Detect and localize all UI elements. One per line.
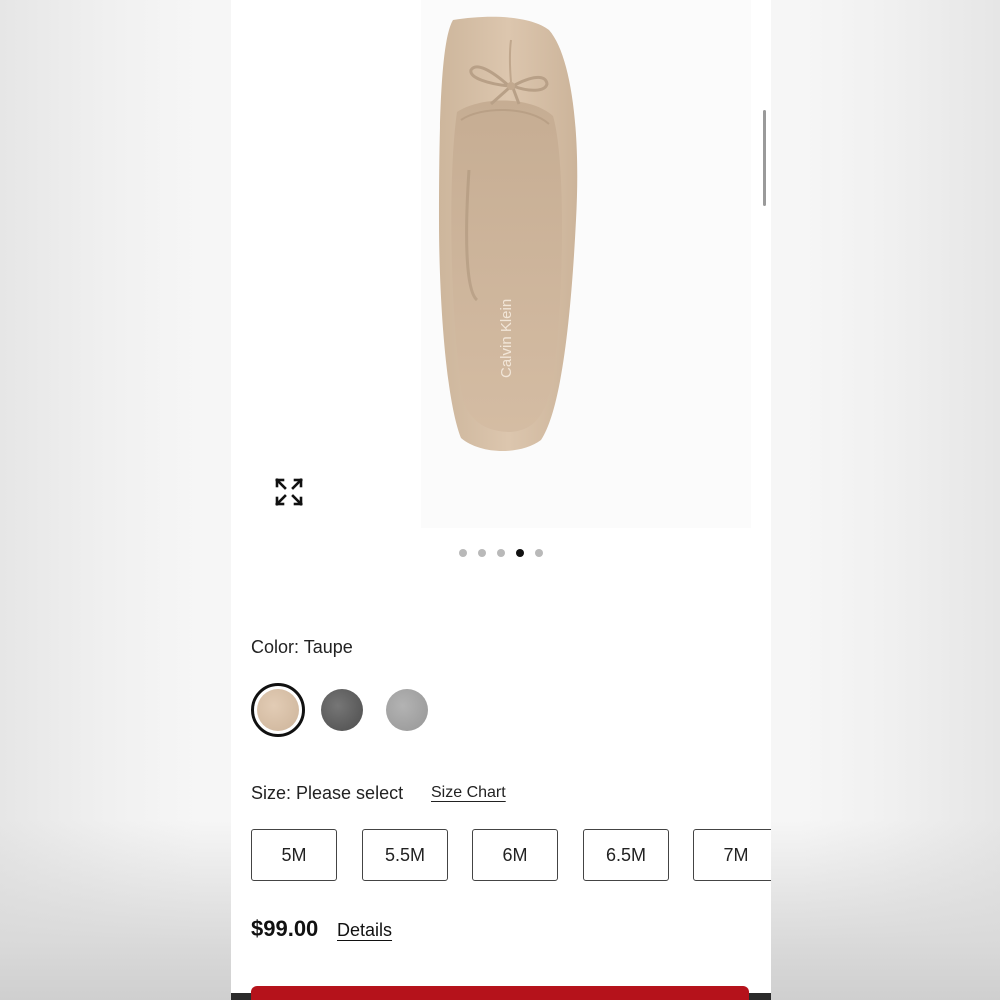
size-option-6m[interactable]: 6M — [472, 829, 558, 881]
size-option-7m[interactable]: 7M — [693, 829, 771, 881]
product-page: Calvin Klein Color: Taupe Size: Please s… — [231, 0, 771, 1000]
carousel-dot-5[interactable] — [535, 549, 543, 557]
swatch-grey-textured[interactable] — [321, 689, 363, 731]
carousel-dot-4[interactable] — [516, 549, 524, 557]
image-carousel-dots — [231, 549, 771, 559]
brand-mark: Calvin Klein — [498, 299, 515, 378]
carousel-dot-3[interactable] — [497, 549, 505, 557]
details-link[interactable]: Details — [337, 920, 392, 941]
swatch-grey[interactable] — [386, 689, 428, 731]
swatch-taupe[interactable] — [251, 683, 305, 737]
size-option-5m[interactable]: 5M — [251, 829, 337, 881]
size-chart-link[interactable]: Size Chart — [431, 784, 506, 802]
color-label: Color: Taupe — [251, 637, 353, 657]
size-option-5-5m[interactable]: 5.5M — [362, 829, 448, 881]
add-to-bag-button[interactable] — [251, 986, 749, 1000]
carousel-dot-2[interactable] — [478, 549, 486, 557]
size-option-6-5m[interactable]: 6.5M — [583, 829, 669, 881]
scrollbar[interactable] — [763, 110, 766, 206]
expand-arrows-icon[interactable] — [273, 476, 305, 508]
carousel-dot-1[interactable] — [459, 549, 467, 557]
shoe-illustration: Calvin Klein — [439, 16, 578, 452]
product-price: $99.00 — [251, 916, 319, 941]
size-label: Size: Please select — [251, 783, 404, 803]
product-image[interactable]: Calvin Klein — [421, 0, 751, 528]
